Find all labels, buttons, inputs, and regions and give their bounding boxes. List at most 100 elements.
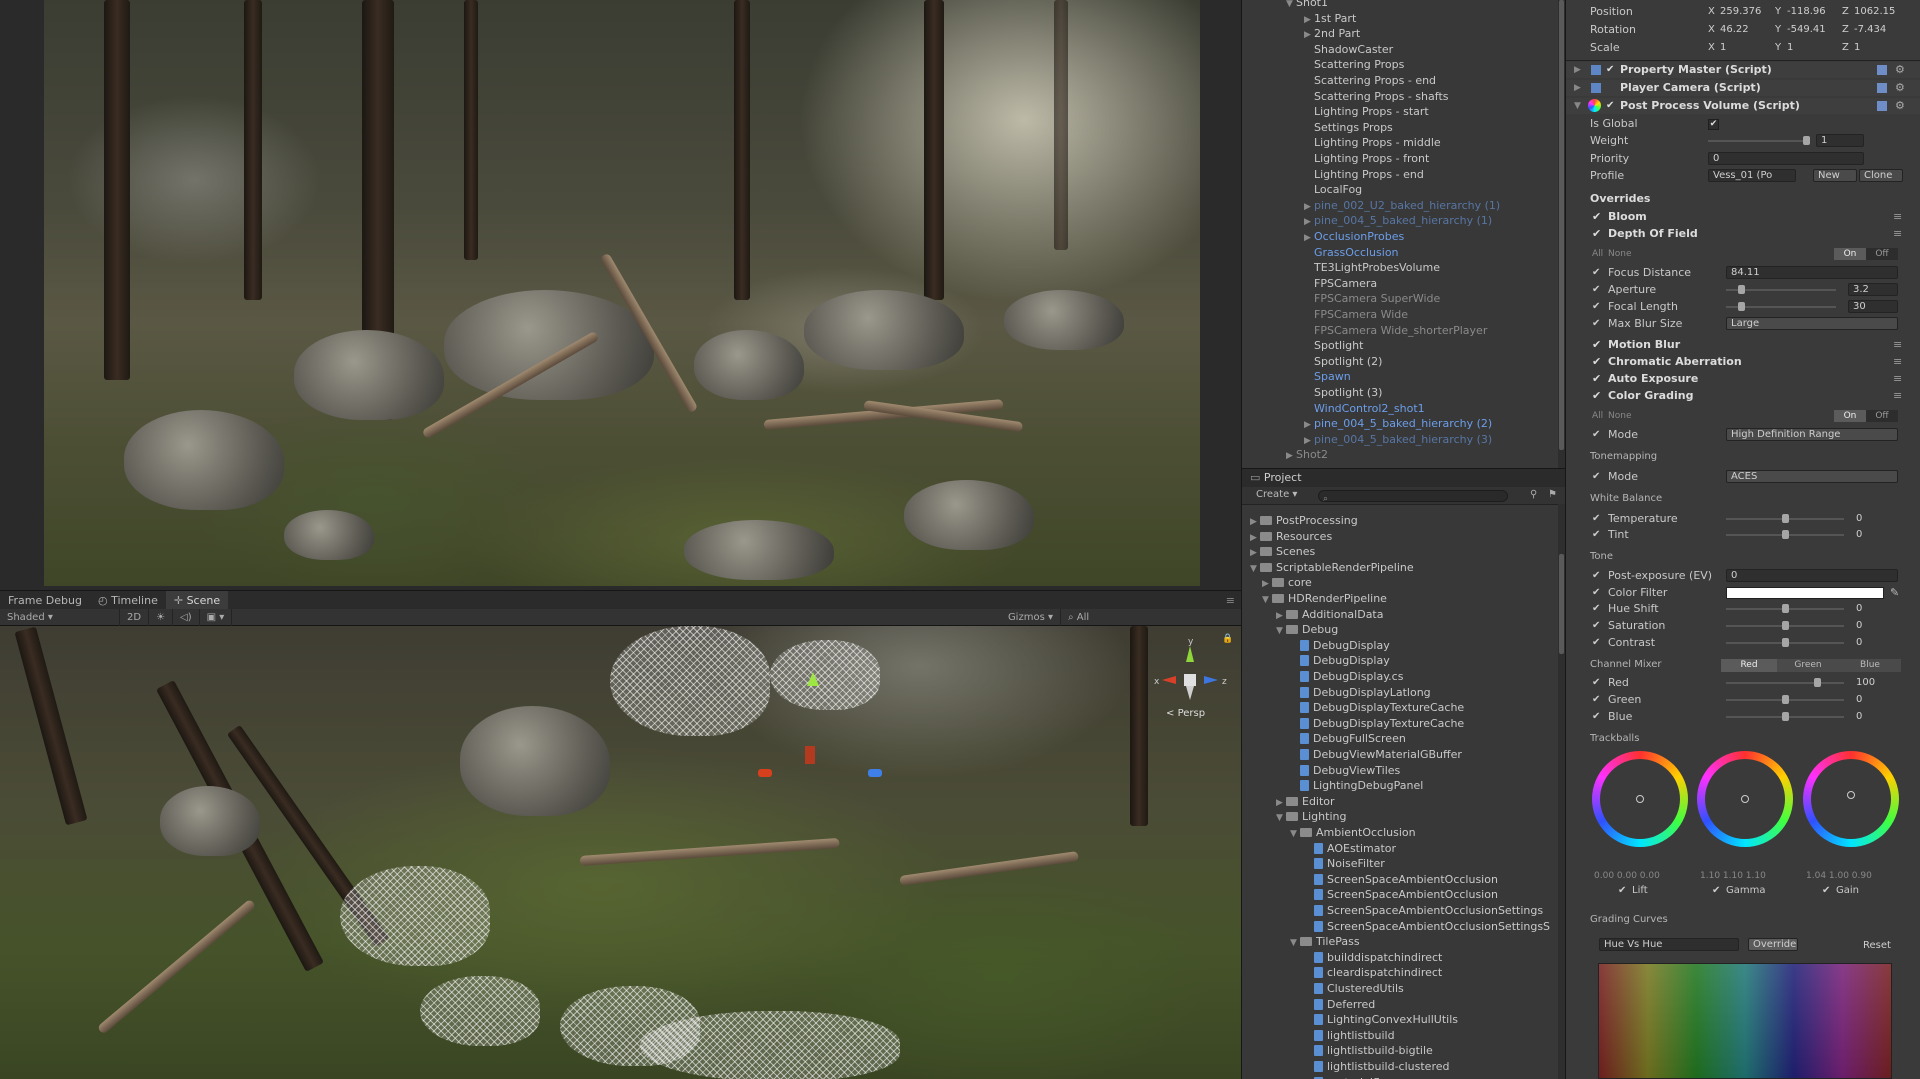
weight-slider[interactable] [1708, 136, 1810, 145]
effect-depth-of-field[interactable]: ✔ Depth Of Field ≡ [1566, 226, 1920, 242]
project-asset[interactable]: DebugDisplay.cs [1290, 669, 1403, 684]
menu-icon[interactable]: ≡ [1893, 209, 1902, 225]
aperture-slider-handle[interactable] [1738, 285, 1745, 294]
mixer-green-value[interactable]: 0 [1856, 692, 1862, 708]
all-button[interactable]: All [1592, 246, 1603, 262]
mixer-green-slider-handle[interactable] [1782, 695, 1789, 704]
hierarchy-item[interactable]: Scattering Props - shafts [1304, 89, 1449, 104]
motion-blur-checkbox[interactable]: ✔ [1592, 337, 1601, 353]
effect-auto-exposure[interactable]: ✔ Auto Exposure ≡ [1566, 371, 1920, 387]
auto-exposure-checkbox[interactable]: ✔ [1592, 371, 1601, 387]
gain-checkbox[interactable]: ✔ [1822, 883, 1830, 899]
hierarchy-item[interactable]: WindControl2_shot1 [1304, 401, 1425, 416]
rotation-z[interactable]: -7.434 [1854, 22, 1886, 38]
filter-type-icon[interactable]: ⚲ [1530, 489, 1537, 500]
move-handle-center[interactable] [805, 746, 815, 764]
perspective-toggle[interactable]: < Persp [1166, 708, 1205, 719]
mixer-tab-green[interactable]: Green [1777, 659, 1839, 672]
project-asset[interactable]: ScreenSpaceAmbientOcclusionSettings [1304, 903, 1543, 918]
none-button[interactable]: None [1608, 408, 1631, 424]
hierarchy-item[interactable]: Spotlight [1304, 338, 1363, 353]
mixer-blue-slider-handle[interactable] [1782, 712, 1789, 721]
project-asset[interactable]: Deferred [1304, 997, 1375, 1012]
hierarchy-item[interactable]: ▼ Shot1 [1286, 0, 1328, 10]
gamma-trackball[interactable] [1697, 751, 1793, 847]
mixer-tab-blue[interactable]: Blue [1839, 659, 1901, 672]
focal-length-slider-handle[interactable] [1738, 302, 1745, 311]
hierarchy-scrollbar[interactable] [1558, 0, 1565, 468]
effect-color-grading[interactable]: ✔ Color Grading ≡ [1566, 388, 1920, 404]
component-player-camera[interactable]: ▶ Player Camera (Script) ⚙ [1566, 80, 1920, 96]
project-folder[interactable]: ▶ Scenes [1250, 544, 1315, 559]
scale-x[interactable]: 1 [1720, 40, 1726, 56]
project-asset[interactable]: ScreenSpaceAmbientOcclusionSettingsS [1304, 919, 1550, 934]
book-icon[interactable] [1877, 101, 1887, 111]
lighting-toggle[interactable]: ☀ [149, 608, 174, 626]
project-folder[interactable]: ▼ Debug [1276, 622, 1338, 637]
position-x[interactable]: 259.376 [1720, 4, 1761, 20]
hierarchy-item[interactable]: FPSCamera [1304, 276, 1377, 291]
hierarchy-item[interactable]: ▶ pine_004_5_baked_hierarchy (2) [1304, 416, 1492, 431]
mixer-blue-value[interactable]: 0 [1856, 709, 1862, 725]
hierarchy-item[interactable]: FPSCamera Wide_shorterPlayer [1304, 323, 1487, 338]
project-asset[interactable]: DebugViewTiles [1290, 763, 1400, 778]
move-handle-z[interactable] [868, 769, 882, 777]
hierarchy-item[interactable]: Scattering Props - end [1304, 73, 1436, 88]
contrast-slider[interactable] [1726, 638, 1844, 647]
color-grading-checkbox[interactable]: ✔ [1592, 388, 1601, 404]
post-exposure-field[interactable]: 0 [1726, 569, 1898, 582]
project-folder[interactable]: ▼ Lighting [1276, 809, 1346, 824]
orientation-gizmo[interactable]: y x z 🔒 < Persp [1150, 632, 1233, 722]
gamma-trackball-handle[interactable] [1741, 795, 1749, 803]
project-asset[interactable]: ScreenSpaceAmbientOcclusion [1304, 872, 1498, 887]
saturation-value[interactable]: 0 [1856, 618, 1862, 634]
hierarchy-item[interactable]: Spotlight (2) [1304, 354, 1382, 369]
scene-search-input[interactable]: ⌕ All [1061, 609, 1241, 626]
project-asset[interactable]: DebugDisplayTextureCache [1290, 700, 1464, 715]
menu-icon[interactable]: ≡ [1893, 371, 1902, 387]
gamma-checkbox[interactable]: ✔ [1712, 883, 1720, 899]
focal-length-value[interactable]: 30 [1848, 300, 1898, 313]
project-asset[interactable]: cleardispatchindirect [1304, 965, 1442, 980]
expand-arrow-icon[interactable]: ▼ [1276, 624, 1286, 639]
project-asset[interactable]: NoiseFilter [1304, 856, 1385, 871]
project-asset[interactable]: LightingConvexHullUtils [1304, 1012, 1458, 1027]
hierarchy-item[interactable]: Settings Props [1304, 120, 1393, 135]
hierarchy-item[interactable]: LocalFog [1304, 182, 1362, 197]
tint-slider[interactable] [1726, 530, 1844, 539]
project-asset[interactable]: DebugFullScreen [1290, 731, 1406, 746]
project-asset[interactable]: DebugDisplayTextureCache [1290, 716, 1464, 731]
project-asset[interactable]: builddispatchindirect [1304, 950, 1442, 965]
temperature-value[interactable]: 0 [1856, 511, 1862, 527]
grading-curve-editor[interactable] [1598, 963, 1892, 1079]
expand-arrow-icon[interactable]: ▼ [1286, 0, 1296, 12]
hierarchy-item[interactable]: ▶ OcclusionProbes [1304, 229, 1404, 244]
hierarchy-item[interactable]: FPSCamera SuperWide [1304, 291, 1440, 306]
scale-z[interactable]: 1 [1854, 40, 1860, 56]
project-folder[interactable]: ▶ PostProcessing [1250, 513, 1358, 528]
move-handle-x[interactable] [758, 769, 772, 777]
temperature-slider[interactable] [1726, 514, 1844, 523]
audio-toggle[interactable]: ◁) [173, 608, 200, 626]
project-tab[interactable]: ▭ Project [1242, 469, 1565, 487]
on-toggle[interactable]: On [1834, 410, 1866, 422]
menu-icon[interactable]: ≡ [1893, 337, 1902, 353]
gain-trackball-handle[interactable] [1847, 791, 1855, 799]
project-asset[interactable]: ClusteredUtils [1304, 981, 1404, 996]
focus-distance-field[interactable]: 84.11 [1726, 266, 1898, 279]
gear-icon[interactable]: ⚙ [1895, 98, 1905, 114]
project-asset[interactable]: LightingDebugPanel [1290, 778, 1423, 793]
effect-motion-blur[interactable]: ✔ Motion Blur ≡ [1566, 337, 1920, 353]
priority-field[interactable]: 0 [1708, 152, 1864, 165]
effects-toggle[interactable]: ▣ ▾ [200, 608, 233, 626]
component-enabled-checkbox[interactable]: ✔ [1606, 101, 1616, 111]
project-asset[interactable]: lightlistbuild [1304, 1028, 1395, 1043]
lift-trackball-handle[interactable] [1636, 795, 1644, 803]
gear-icon[interactable]: ⚙ [1895, 62, 1905, 78]
hierarchy-item[interactable]: Lighting Props - middle [1304, 135, 1441, 150]
project-asset[interactable]: AOEstimator [1304, 841, 1396, 856]
hue-shift-slider[interactable] [1726, 604, 1844, 613]
hue-shift-value[interactable]: 0 [1856, 601, 1862, 617]
move-handle-y[interactable] [807, 672, 819, 686]
bloom-checkbox[interactable]: ✔ [1592, 209, 1601, 225]
